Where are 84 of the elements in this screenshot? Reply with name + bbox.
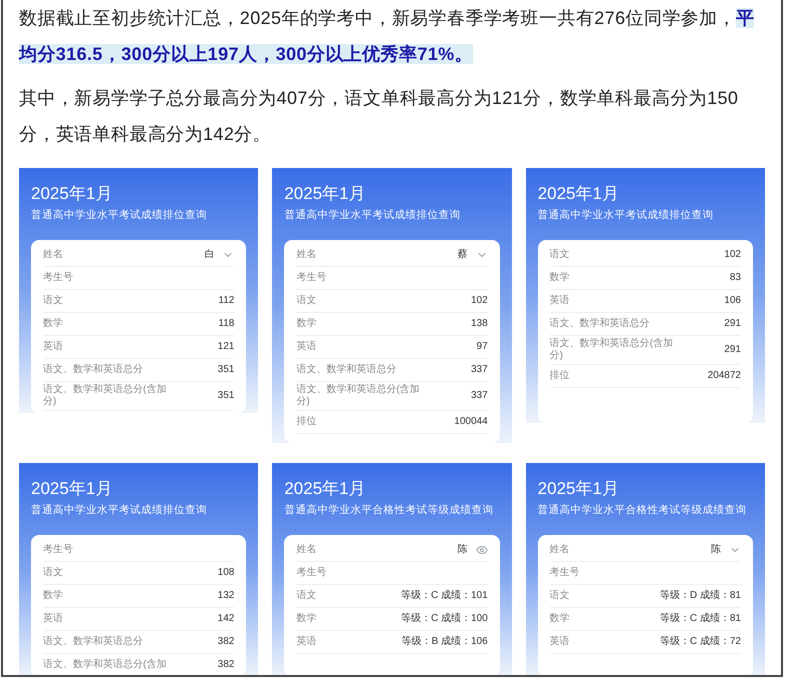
row-label: 语文 xyxy=(296,590,316,602)
row-label: 排位 xyxy=(550,370,570,382)
row-value: 337 xyxy=(470,363,488,378)
row-value: 等级：C 成绩：101 xyxy=(400,588,488,604)
row-label: 语文、数学和英语总分(含加分) xyxy=(296,384,421,408)
row-label: 数学 xyxy=(296,318,316,330)
row-label: 语文、数学和英语总分 xyxy=(43,364,143,376)
card-date-title: 2025年1月 xyxy=(284,184,367,204)
row-value: 132 xyxy=(218,589,234,604)
card-date-title: 2025年1月 xyxy=(31,184,114,204)
row-label: 考生号 xyxy=(550,566,580,579)
row-label: 数学 xyxy=(550,272,570,284)
row-value: 97 xyxy=(476,340,488,354)
card-subtitle: 普通高中学业水平合格性考试等级成绩查询 xyxy=(284,503,494,518)
row-value: 351 xyxy=(218,389,234,404)
row-label: 英语 xyxy=(43,612,63,625)
row-value: 102 xyxy=(470,294,488,308)
row-label: 姓名 xyxy=(43,248,63,261)
row-value: 138 xyxy=(470,317,488,332)
eye-icon[interactable] xyxy=(476,544,488,556)
card-subtitle: 普通高中学业水平考试成绩排位查询 xyxy=(31,208,208,223)
row-label: 数学 xyxy=(550,612,570,625)
intro-paragraph: 数据截止至初步统计汇总，2025年的学考中，新易学春季学考班一共有276位同学参加，平均分316.5，300分以上197人，300分以上优秀率71%。 xyxy=(19,7,756,66)
row-value: 等级：D 成绩：81 xyxy=(660,588,741,604)
row-value: 118 xyxy=(218,317,234,332)
row-label: 考生号 xyxy=(43,272,73,284)
row-value: 陈 xyxy=(710,543,721,558)
row-label: 语文、数学和英语总分(含加分) xyxy=(550,338,674,362)
row-label: 语文 xyxy=(296,294,316,307)
row-label: 英语 xyxy=(550,294,570,307)
row-value: 100044 xyxy=(454,415,488,430)
row-label: 英语 xyxy=(296,340,316,353)
row-label: 数学 xyxy=(296,612,316,625)
row-value: 108 xyxy=(218,566,234,580)
row-label: 排位 xyxy=(296,416,316,428)
card-date-title: 2025年1月 xyxy=(538,184,620,204)
row-value: 蔡 xyxy=(458,248,468,262)
row-label: 英语 xyxy=(550,636,570,648)
row-value: 等级：C 成绩：100 xyxy=(400,612,488,626)
card-subtitle: 普通高中学业水平考试成绩排位查询 xyxy=(538,208,715,223)
row-label: 姓名 xyxy=(550,544,570,556)
row-value: 106 xyxy=(724,294,741,308)
row-value: 204872 xyxy=(708,369,741,384)
row-value: 351 xyxy=(218,363,234,378)
row-label: 语文、数学和英语总分(含加 xyxy=(43,658,166,671)
row-label: 语文、数学和英语总分 xyxy=(43,636,143,648)
row-label: 姓名 xyxy=(296,248,316,261)
row-label: 语文、数学和英语总分 xyxy=(550,318,650,330)
row-value: 陈 xyxy=(458,543,468,558)
row-value: 白 xyxy=(204,248,214,262)
row-value: 83 xyxy=(730,271,741,286)
row-label: 数学 xyxy=(43,590,63,602)
card-subtitle: 普通高中学业水平考试成绩排位查询 xyxy=(31,503,208,518)
row-value: 382 xyxy=(218,635,234,650)
row-value: 291 xyxy=(724,343,741,358)
card-date-title: 2025年1月 xyxy=(31,479,114,499)
row-value: 112 xyxy=(218,294,234,308)
row-label: 考生号 xyxy=(43,544,73,556)
row-value: 142 xyxy=(218,612,234,626)
row-label: 语文、数学和英语总分(含加分) xyxy=(43,384,168,408)
row-label: 语文 xyxy=(43,566,63,579)
row-value: 等级：B 成绩：106 xyxy=(402,634,488,650)
row-label: 姓名 xyxy=(296,544,316,556)
row-value: 382 xyxy=(218,658,234,672)
card-subtitle: 普通高中学业水平考试成绩排位查询 xyxy=(284,208,462,223)
row-value: 等级：C 成绩：81 xyxy=(660,612,741,626)
row-value: 121 xyxy=(218,340,234,354)
row-value: 102 xyxy=(724,248,741,262)
row-label: 考生号 xyxy=(296,566,326,579)
row-label: 语文 xyxy=(550,248,570,261)
row-value: 等级：C 成绩：72 xyxy=(660,634,741,650)
row-label: 数学 xyxy=(43,318,63,330)
row-label: 语文 xyxy=(550,590,570,602)
card-date-title: 2025年1月 xyxy=(284,479,367,499)
row-label: 语文、数学和英语总分 xyxy=(296,364,396,376)
summary-paragraph: 其中，新易学学子总分最高分为407分，语文单科最高分为121分，数学单科最高分为150分，英语单科最高分为142分。 xyxy=(19,87,740,146)
card-subtitle: 普通高中学业水平合格性考试等级成绩查询 xyxy=(538,503,748,518)
row-label: 语文 xyxy=(43,294,63,307)
row-label: 英语 xyxy=(43,340,63,353)
row-value: 337 xyxy=(470,389,488,404)
card-date-title: 2025年1月 xyxy=(538,479,620,499)
row-value: 291 xyxy=(724,317,741,332)
row-label: 考生号 xyxy=(296,272,326,284)
row-label: 英语 xyxy=(296,636,316,648)
